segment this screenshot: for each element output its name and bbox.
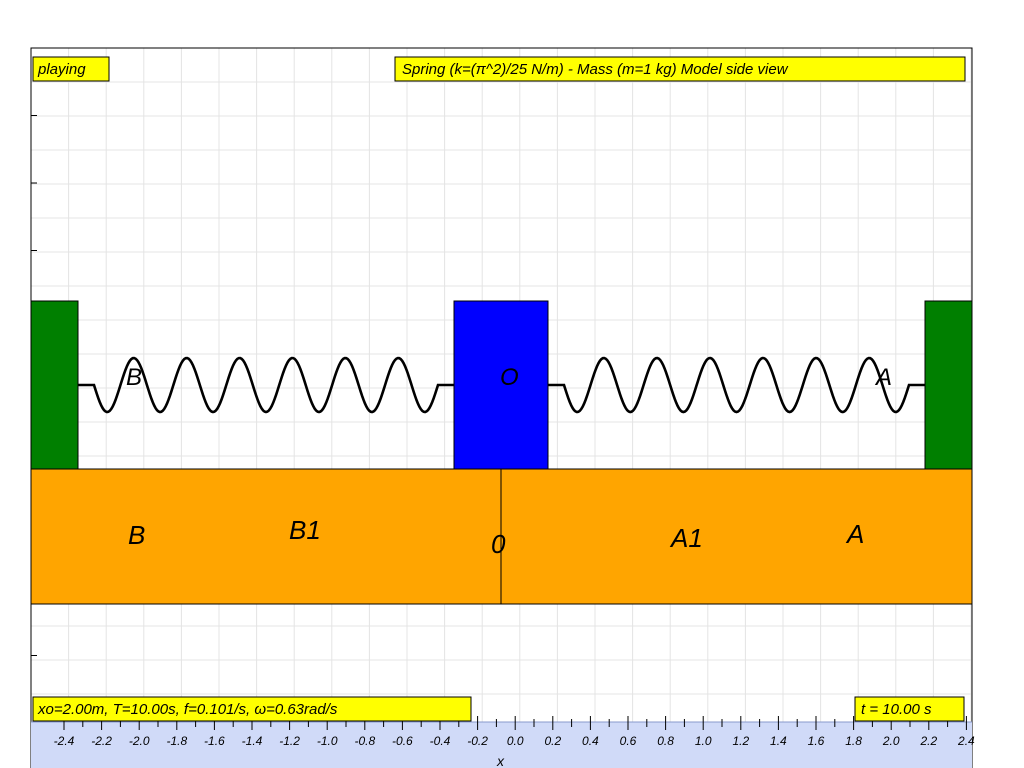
simulation-canvas: B O A B B1 0 A1 A playing Spring (k=(π^2… — [30, 47, 975, 768]
status-label[interactable]: playing — [37, 61, 86, 78]
title-label: Spring (k=(π^2)/25 N/m) - Mass (m=1 kg) … — [402, 61, 789, 78]
x-tick-label: -0.2 — [467, 734, 488, 748]
right-wall[interactable] — [924, 300, 973, 470]
x-tick-label: 0.2 — [544, 734, 561, 748]
floor-label-B: B — [128, 520, 145, 550]
x-tick-label: 2.0 — [882, 734, 900, 748]
x-tick-label: -0.4 — [430, 734, 451, 748]
x-tick-label: 0.8 — [657, 734, 674, 748]
x-tick-label: 1.0 — [695, 734, 712, 748]
floor-label-B1: B1 — [289, 515, 321, 545]
x-tick-label: -1.4 — [242, 734, 263, 748]
x-tick-label: -0.6 — [392, 734, 413, 748]
x-tick-label: 0.4 — [582, 734, 599, 748]
x-tick-label: -1.2 — [279, 734, 300, 748]
x-tick-label: 1.6 — [808, 734, 825, 748]
floor-label-0: 0 — [491, 529, 506, 559]
x-tick-label: -1.0 — [317, 734, 338, 748]
x-tick-label: -1.8 — [166, 734, 187, 748]
right-spring — [548, 356, 925, 414]
x-tick-label: -2.2 — [91, 734, 112, 748]
x-tick-label: 1.2 — [732, 734, 749, 748]
floor-label-A: A — [845, 519, 864, 549]
x-tick-label: 2.2 — [919, 734, 937, 748]
spring-marker-B: B — [126, 364, 142, 391]
x-tick-label: -0.8 — [354, 734, 375, 748]
params-label: xo=2.00m, T=10.00s, f=0.101/s, ω=0.63rad… — [37, 701, 338, 718]
x-tick-label: 0.0 — [507, 734, 524, 748]
x-tick-label: 1.8 — [845, 734, 862, 748]
floor-label-A1: A1 — [669, 523, 703, 553]
time-label: t = 10.00 s — [861, 701, 932, 718]
x-tick-label: 1.4 — [770, 734, 787, 748]
x-tick-label: 0.6 — [620, 734, 637, 748]
x-tick-label: -2.0 — [129, 734, 150, 748]
x-tick-label: 2.4 — [957, 734, 975, 748]
x-axis-label: x — [496, 753, 505, 768]
spring-marker-A: A — [874, 364, 892, 391]
spring-marker-O: O — [500, 364, 519, 391]
x-tick-label: -2.4 — [54, 734, 75, 748]
left-wall[interactable] — [30, 300, 79, 470]
x-tick-label: -1.6 — [204, 734, 225, 748]
